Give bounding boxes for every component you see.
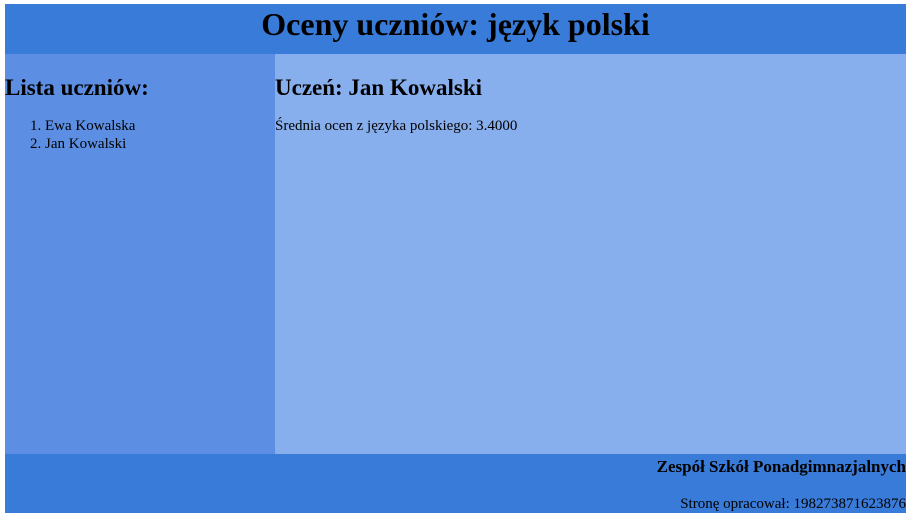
student-detail-panel: Uczeń: Jan Kowalski Średnia ocen z język… [275,54,906,454]
banner: Oceny uczniów: język polski [5,4,906,54]
grade-average-text: Średnia ocen z języka polskiego: 3.4000 [275,118,518,134]
footer: Zespół Szkół Ponadgimnazjalnych Stronę o… [5,454,906,513]
student-list-item: Ewa Kowalska [45,117,275,135]
page-title: Oceny uczniów: język polski [261,6,650,42]
student-list-item: Jan Kowalski [45,135,275,153]
student-list-panel: Lista uczniów: Ewa Kowalska Jan Kowalski [5,54,275,454]
student-list-heading: Lista uczniów: [5,75,149,100]
student-list: Ewa Kowalska Jan Kowalski [5,117,275,153]
page: Oceny uczniów: język polski Lista ucznió… [5,4,906,513]
student-name-heading: Uczeń: Jan Kowalski [275,75,482,100]
school-name: Zespół Szkół Ponadgimnazjalnych [656,457,906,476]
content-area: Lista uczniów: Ewa Kowalska Jan Kowalski… [5,54,906,454]
author-credit: Stronę opracował: 198273871623876 [680,496,906,512]
